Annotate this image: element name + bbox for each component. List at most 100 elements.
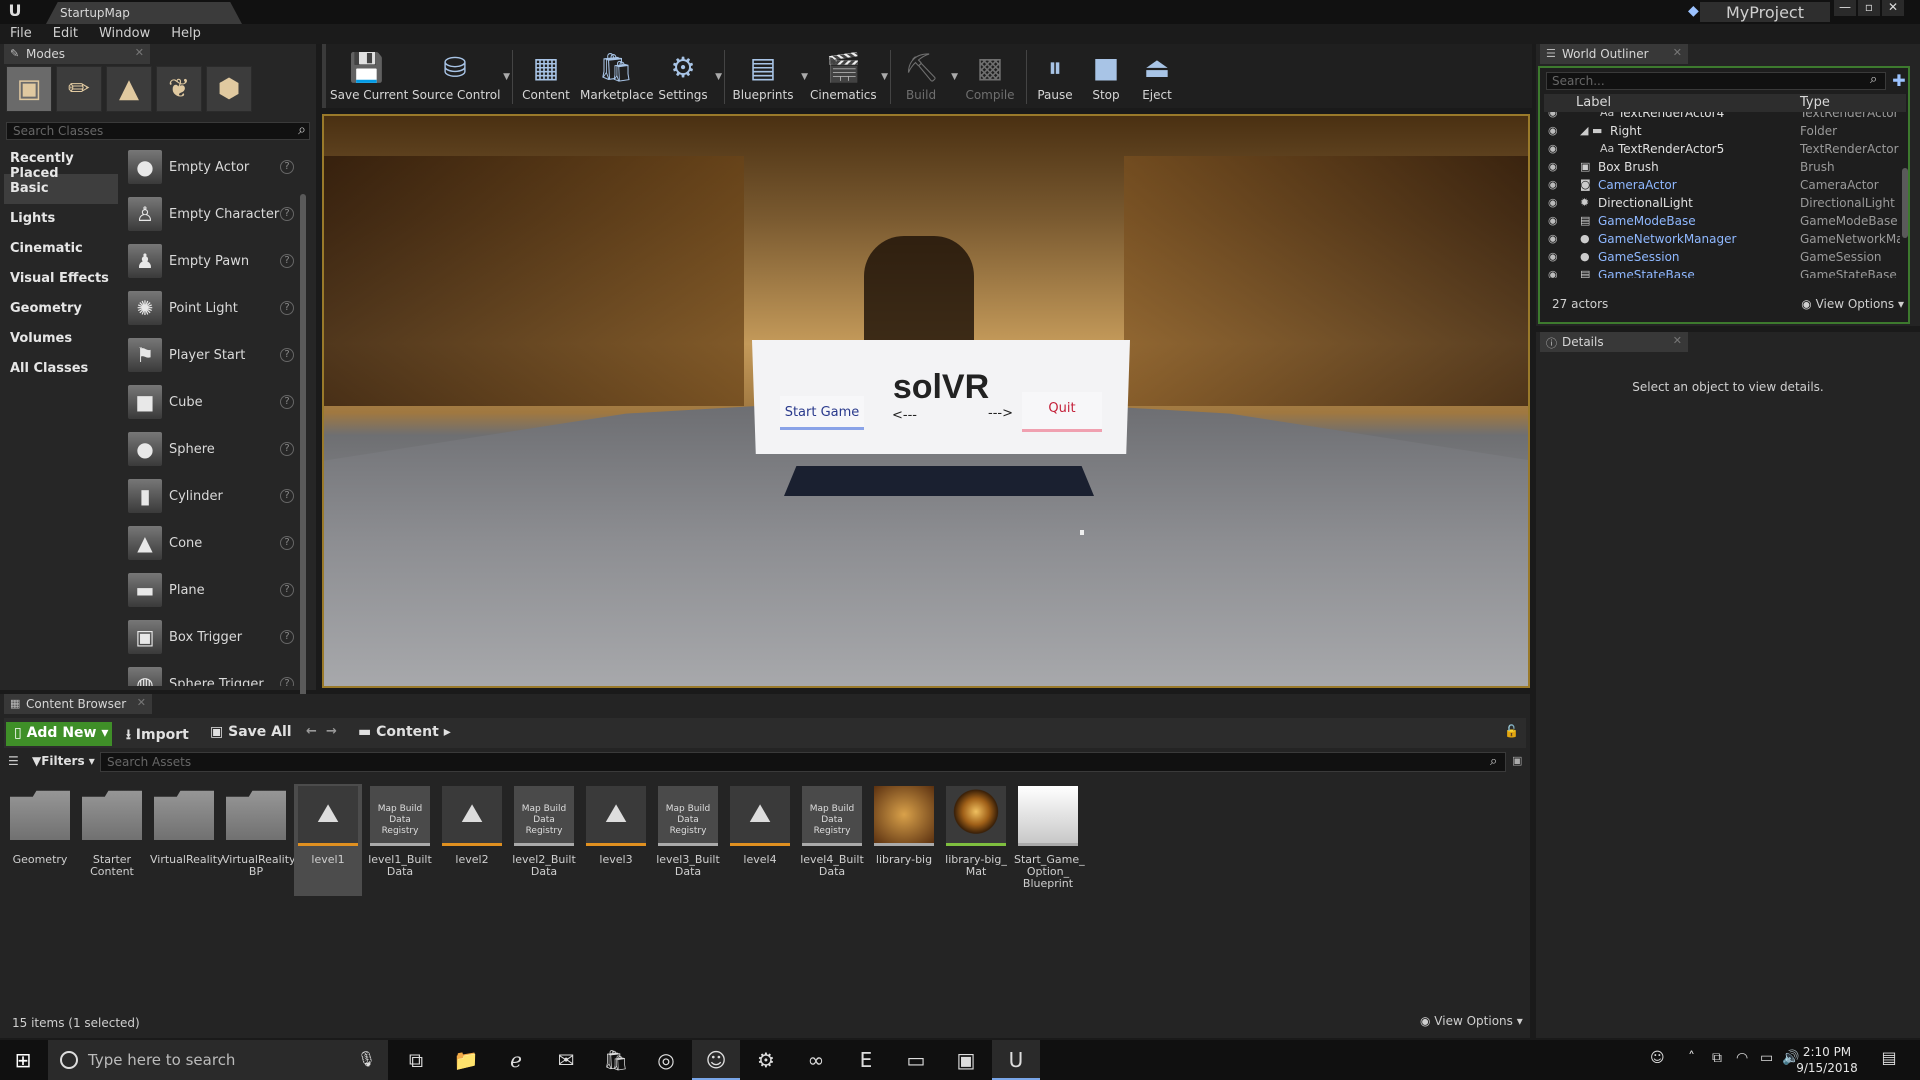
steam-icon[interactable]: ⚙: [742, 1040, 790, 1080]
class-item-empty-actor[interactable]: ● Empty Actor?: [122, 146, 302, 193]
filters-button[interactable]: ▼Filters ▾: [32, 754, 95, 768]
source-control-button[interactable]: ⛁ Source Control ▼: [412, 48, 510, 106]
outliner-row[interactable]: ◉ ◙ CameraActor CameraActor: [1544, 176, 1900, 194]
modes-tab[interactable]: ✎ Modes ✕: [4, 44, 150, 64]
class-list-scrollbar[interactable]: [300, 194, 306, 704]
asset-tile[interactable]: ⛰ level2: [438, 784, 506, 896]
restore-button[interactable]: ▫: [1858, 0, 1880, 16]
level-viewport[interactable]: solVR Start Game <--- ---> Quit: [322, 114, 1530, 688]
class-item-cone[interactable]: ▲ Cone?: [122, 522, 302, 569]
settings-button[interactable]: ⚙ Settings ▼: [656, 48, 722, 106]
help-icon[interactable]: ?: [280, 254, 294, 268]
eye-icon[interactable]: ◉: [1548, 112, 1562, 119]
class-item-point-light[interactable]: ✺ Point Light?: [122, 287, 302, 334]
minimize-button[interactable]: —: [1834, 0, 1856, 16]
asset-tile[interactable]: ⛰ level4: [726, 784, 794, 896]
history-forward-icon[interactable]: →: [326, 724, 337, 739]
asset-tile[interactable]: VirtualReality: [150, 784, 224, 896]
battery-icon[interactable]: ▭: [1760, 1050, 1773, 1066]
asset-tile[interactable]: Map Build Data Registry level4_Built Data: [798, 784, 866, 896]
oculus-icon[interactable]: ▭: [892, 1040, 940, 1080]
close-button[interactable]: ✕: [1882, 0, 1904, 16]
help-icon[interactable]: ?: [280, 395, 294, 409]
search-icon[interactable]: ⌕: [1870, 72, 1886, 90]
paint-mode-icon[interactable]: ✏: [56, 66, 102, 112]
asset-tile-selected[interactable]: ⛰ level1: [294, 784, 362, 896]
history-back-icon[interactable]: ←: [306, 724, 317, 739]
blueprints-button[interactable]: ▤ Blueprints ▼: [730, 48, 808, 106]
details-tab[interactable]: ⓘ Details ✕: [1540, 332, 1688, 352]
visual-studio-icon[interactable]: ∞: [792, 1040, 840, 1080]
asset-tile[interactable]: library-big_ Mat: [942, 784, 1010, 896]
discord-icon[interactable]: ☺: [692, 1040, 740, 1080]
landscape-mode-icon[interactable]: ▲: [106, 66, 152, 112]
close-icon[interactable]: ✕: [1673, 46, 1682, 59]
eye-icon[interactable]: ◉: [1548, 142, 1562, 155]
class-item-box-trigger[interactable]: ▣ Box Trigger?: [122, 616, 302, 663]
add-folder-icon[interactable]: ✚: [1890, 71, 1908, 90]
eye-icon[interactable]: ◉: [1548, 250, 1562, 263]
save-all-button[interactable]: ▣ Save All: [210, 724, 292, 740]
asset-tile[interactable]: ⛰ level3: [582, 784, 650, 896]
category-visual-effects[interactable]: Visual Effects: [4, 264, 118, 294]
foliage-mode-icon[interactable]: ❦: [156, 66, 202, 112]
windows-start-icon[interactable]: ⊞: [0, 1040, 46, 1080]
help-icon[interactable]: ?: [280, 489, 294, 503]
help-icon[interactable]: ?: [280, 160, 294, 174]
search-assets-input[interactable]: Search Assets: [100, 752, 1506, 772]
close-icon[interactable]: ✕: [135, 46, 144, 59]
help-icon[interactable]: ?: [280, 301, 294, 315]
content-button[interactable]: ▦ Content: [518, 48, 574, 106]
content-browser-tab[interactable]: ▦ Content Browser ✕: [4, 694, 152, 714]
outliner-row[interactable]: ◉ ✹ DirectionalLight DirectionalLight: [1544, 194, 1900, 212]
eye-icon[interactable]: ◉: [1548, 160, 1562, 173]
place-mode-icon[interactable]: ▣: [6, 66, 52, 112]
epic-games-icon[interactable]: E: [842, 1040, 890, 1080]
category-cinematic[interactable]: Cinematic: [4, 234, 118, 264]
search-classes-input[interactable]: Search Classes: [6, 122, 310, 140]
class-item-cube[interactable]: ■ Cube?: [122, 381, 302, 428]
previous-arrow[interactable]: <---: [892, 408, 917, 423]
close-icon[interactable]: ✕: [1673, 334, 1682, 347]
outliner-row[interactable]: ◉ Aa TextRenderActor4 TextRenderActor: [1544, 112, 1900, 122]
eye-icon[interactable]: ◉: [1548, 268, 1562, 278]
search-icon[interactable]: ⌕: [293, 122, 311, 140]
asset-tile[interactable]: Map Build Data Registry level1_Built Data: [366, 784, 434, 896]
outliner-row[interactable]: ◉ ▣ Box Brush Brush: [1544, 158, 1900, 176]
eye-icon[interactable]: ◉: [1548, 232, 1562, 245]
chrome-icon[interactable]: ◎: [642, 1040, 690, 1080]
menu-window[interactable]: Window: [89, 24, 161, 41]
menu-file[interactable]: File: [0, 24, 43, 41]
label-column-header[interactable]: Label: [1576, 95, 1611, 110]
marketplace-button[interactable]: 🛍 Marketplace: [580, 48, 654, 106]
category-lights[interactable]: Lights: [4, 204, 118, 234]
sources-panel-icon[interactable]: ☰: [8, 754, 19, 768]
outliner-row[interactable]: ◉ Aa TextRenderActor5 TextRenderActor: [1544, 140, 1900, 158]
chevron-down-icon[interactable]: ▼: [881, 72, 888, 82]
menu-help[interactable]: Help: [161, 24, 212, 41]
help-icon[interactable]: ?: [280, 677, 294, 686]
lock-icon[interactable]: 🔓: [1504, 724, 1519, 738]
outliner-row[interactable]: ◉ ▤ GameModeBase GameModeBase: [1544, 212, 1900, 230]
category-geometry[interactable]: Geometry: [4, 294, 118, 324]
eye-icon[interactable]: ◉: [1548, 178, 1562, 191]
chevron-down-icon[interactable]: ▼: [503, 72, 510, 82]
asset-tile[interactable]: VirtualReality BP: [222, 784, 296, 896]
class-item-plane[interactable]: ▬ Plane?: [122, 569, 302, 616]
category-volumes[interactable]: Volumes: [4, 324, 118, 354]
chevron-up-icon[interactable]: ˄: [1688, 1050, 1695, 1066]
asset-tile[interactable]: Map Build Data Registry level3_Built Data: [654, 784, 722, 896]
terminal-icon[interactable]: ▣: [942, 1040, 990, 1080]
outliner-scrollbar[interactable]: [1902, 168, 1908, 238]
eye-icon[interactable]: ◉: [1548, 196, 1562, 209]
help-icon[interactable]: ?: [280, 442, 294, 456]
class-item-sphere-trigger[interactable]: ◍ Sphere Trigger?: [122, 663, 302, 686]
outliner-row[interactable]: ◉ ● GameNetworkManager GameNetworkMar: [1544, 230, 1900, 248]
wifi-icon[interactable]: ◠: [1736, 1050, 1748, 1066]
edge-browser-icon[interactable]: ℯ: [492, 1040, 540, 1080]
help-icon[interactable]: ?: [280, 348, 294, 362]
class-item-cylinder[interactable]: ▮ Cylinder?: [122, 475, 302, 522]
save-current-button[interactable]: 💾 Save Current: [330, 48, 408, 106]
class-item-player-start[interactable]: ⚑ Player Start?: [122, 334, 302, 381]
category-recently-placed[interactable]: Recently Placed: [4, 144, 118, 181]
